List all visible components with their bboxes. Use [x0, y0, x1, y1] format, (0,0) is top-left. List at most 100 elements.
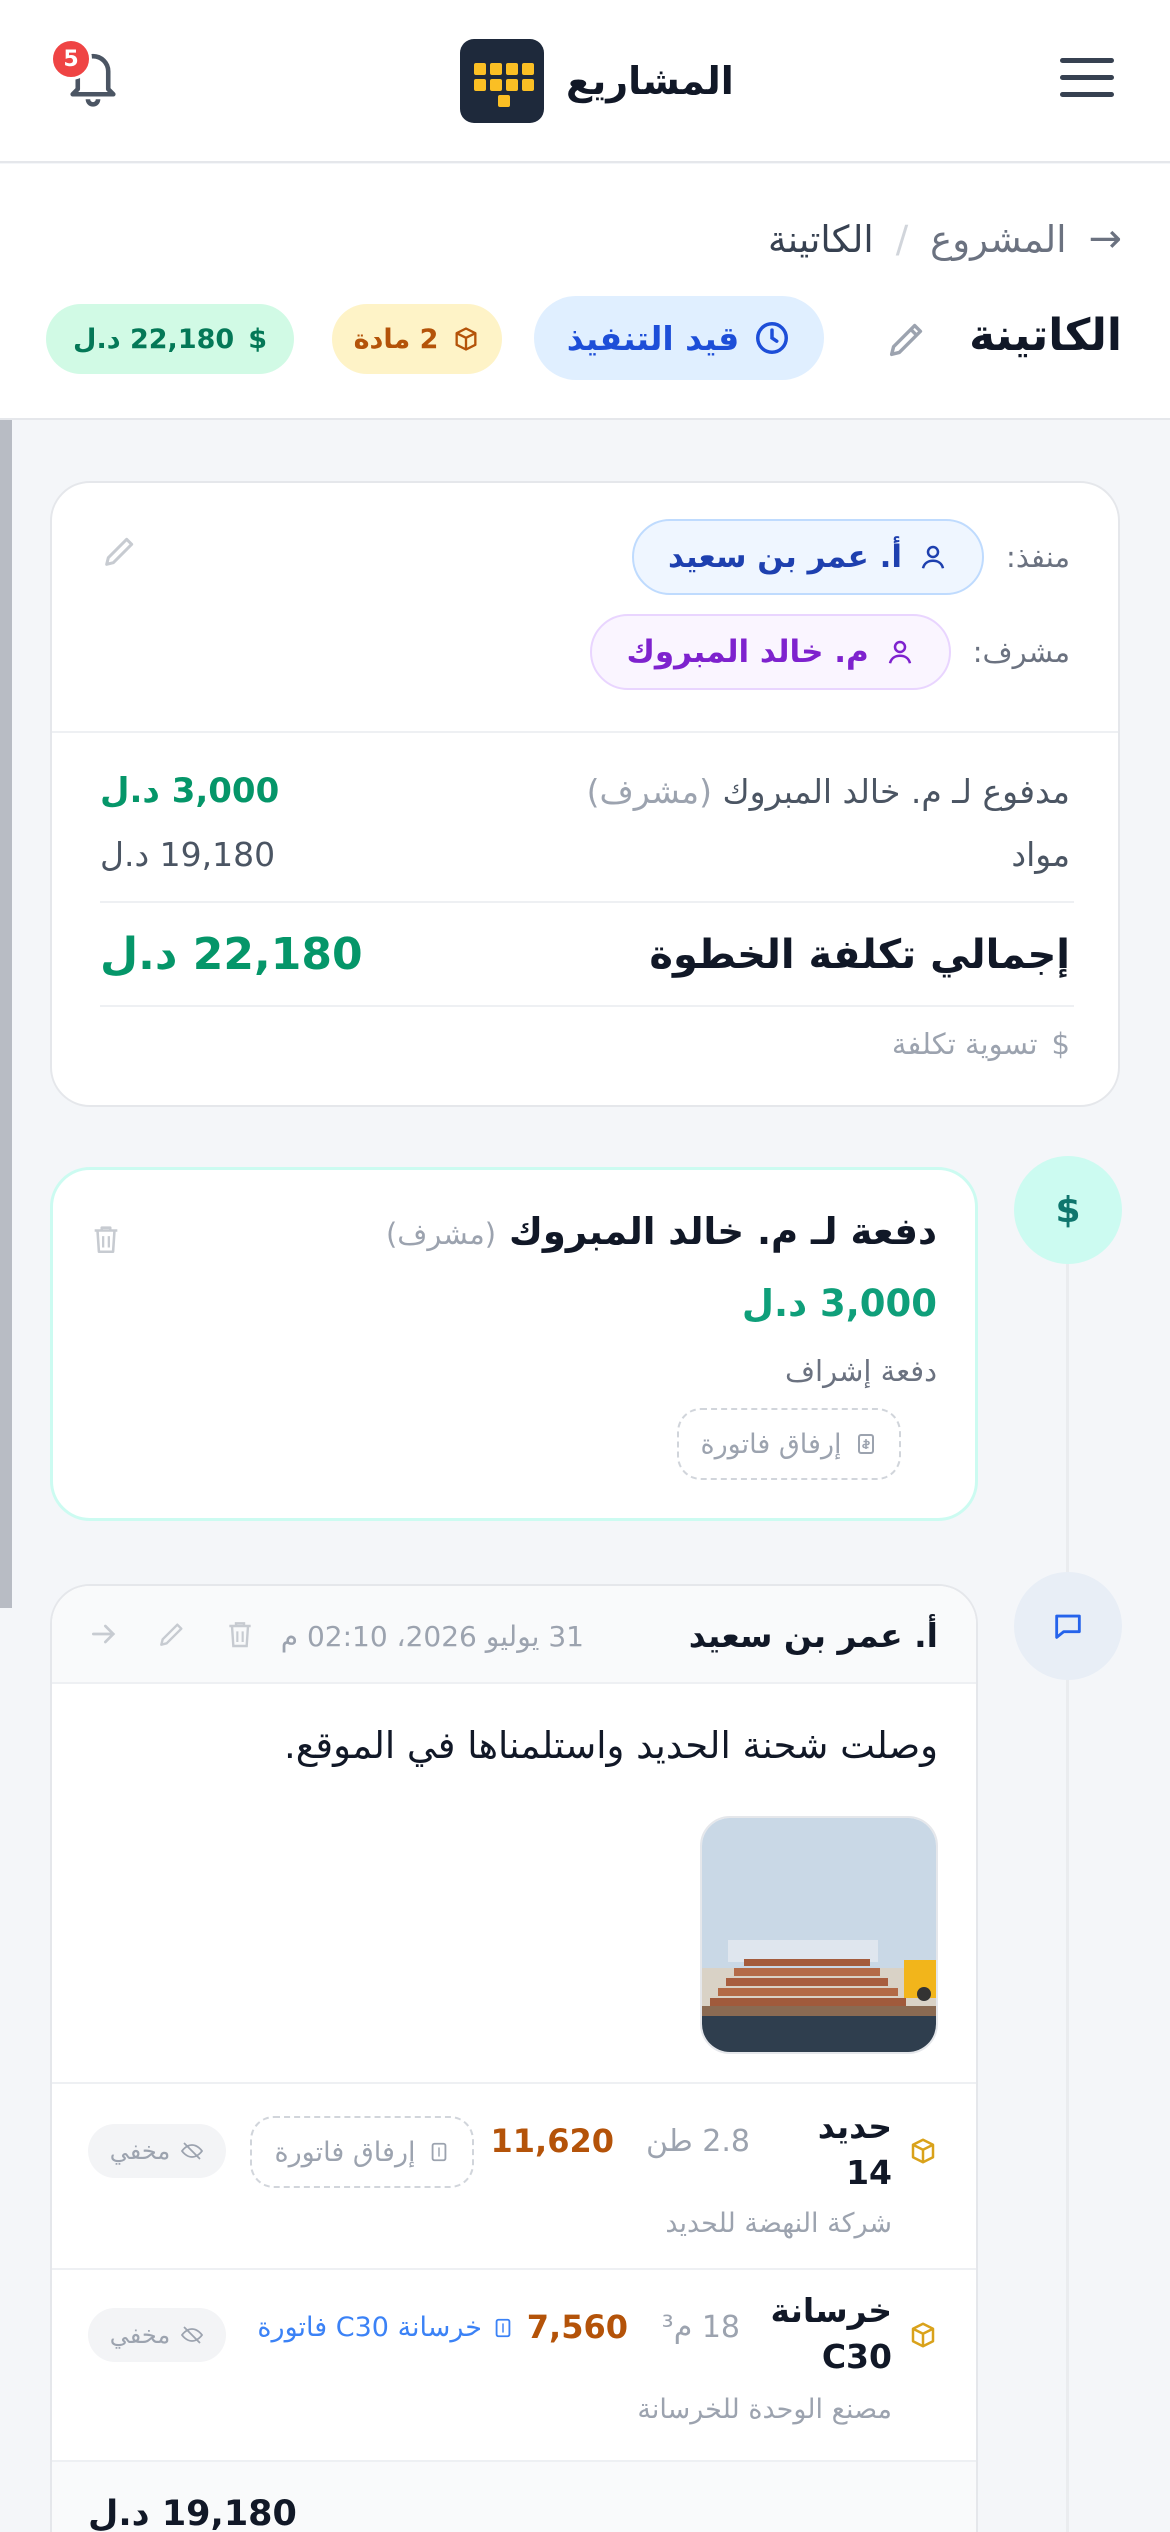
update-post-card: أ. عمر بن سعيد 31 يوليو 2026، 02:10 م وص	[50, 1584, 978, 2532]
invoice-icon	[495, 2318, 511, 2337]
delete-payment-button[interactable]	[89, 1222, 123, 1260]
paid-label-text: مدفوع لـ م. خالد المبروك	[722, 771, 1070, 811]
payment-title: دفعة لـ م. خالد المبروك (مشرف)	[386, 1210, 937, 1253]
attach-invoice-label: إرفاق فاتورة	[274, 2136, 416, 2168]
menu-icon-bar	[1060, 75, 1114, 80]
rebar-shipment-photo	[702, 1818, 936, 2052]
post-materials-total: 19,180 د.ل	[88, 2494, 297, 2532]
breadcrumb: → المشروع / الكاتينة	[768, 216, 1122, 262]
menu-icon-bar	[1060, 92, 1114, 97]
post-actions	[88, 1618, 256, 1654]
supervisor-chip[interactable]: م. خالد المبروك	[590, 614, 951, 690]
edit-title-button[interactable]	[884, 316, 930, 366]
visibility-label: مخفي	[109, 2137, 171, 2165]
material-invoice-label: خرسانة C30 فاتورة	[257, 2312, 482, 2343]
material-name-line1: خرسانة	[770, 2291, 892, 2330]
material-supplier: شركة النهضة للحديد	[665, 2208, 892, 2239]
divider	[100, 1005, 1074, 1007]
top-app-bar: المشاريع 5	[0, 0, 1170, 163]
paid-role: (مشرف)	[586, 771, 712, 811]
menu-icon-bar	[1060, 58, 1114, 63]
post-text: وصلت شحنة الحديد واستلمناها في الموقع.	[283, 1724, 938, 1767]
post-footer: 19,180 د.ل	[52, 2460, 976, 2532]
timeline-message-icon	[1014, 1572, 1122, 1680]
settle-cost-button[interactable]: $ تسوية تكلفة	[892, 1027, 1070, 1061]
material-name-line2: C30	[821, 2337, 892, 2376]
total-cost-label: 22,180 د.ل	[73, 323, 235, 355]
materials-row: مواد 19,180 د.ل	[100, 835, 1070, 874]
page-header: → المشروع / الكاتينة الكاتينة قيد التنفي…	[0, 164, 1170, 420]
pencil-icon	[160, 1623, 183, 1646]
grid-logo-icon	[460, 39, 544, 123]
notifications-button[interactable]: 5	[44, 38, 134, 118]
invoice-icon	[431, 2142, 446, 2162]
material-invoice-link[interactable]: خرسانة C30 فاتورة	[257, 2312, 514, 2343]
material-row: خرسانة C30 18 م³ 7,560 خرسانة C30 فاتورة…	[52, 2268, 976, 2454]
executor-chip[interactable]: أ. عمر بن سعيد	[631, 519, 985, 595]
visibility-label: مخفي	[109, 2321, 171, 2349]
back-arrow-icon[interactable]: →	[1088, 216, 1122, 262]
scrollbar[interactable]	[0, 420, 12, 1608]
visibility-toggle[interactable]: مخفي	[88, 2124, 226, 2178]
materials-count-badge: 2 مادة	[332, 304, 502, 374]
message-icon	[1055, 1614, 1081, 1639]
step-summary-card: منفذ: أ. عمر بن سعيد مشرف: م. خالد المبر…	[50, 481, 1120, 1107]
post-date: 31 يوليو 2026، 02:10 م	[280, 1620, 584, 1653]
page-title: الكاتينة	[969, 310, 1122, 361]
total-cost-badge: $ 22,180 د.ل	[46, 304, 294, 374]
user-icon	[888, 640, 911, 664]
breadcrumb-parent[interactable]: المشروع	[930, 218, 1066, 261]
settle-cost-label: تسوية تكلفة	[891, 1027, 1038, 1061]
eye-off-icon	[181, 2326, 204, 2344]
timeline-payment-icon: $	[1014, 1156, 1122, 1264]
edit-assignees-button[interactable]	[100, 531, 140, 575]
executor-label: منفذ:	[1006, 540, 1070, 574]
delete-post-button[interactable]	[224, 1618, 256, 1654]
eye-off-icon	[181, 2142, 204, 2160]
materials-count-label: 2 مادة	[353, 323, 439, 355]
edit-post-button[interactable]	[156, 1618, 188, 1654]
materials-label: مواد	[1011, 835, 1070, 874]
menu-button[interactable]	[1058, 58, 1114, 102]
material-name: حديد 14	[818, 2104, 892, 2196]
payment-role: (مشرف)	[385, 1217, 497, 1251]
attach-invoice-button[interactable]: إرفاق فاتورة	[677, 1408, 901, 1480]
forward-post-button[interactable]	[88, 1618, 120, 1654]
paid-label: مدفوع لـ م. خالد المبروك (مشرف)	[587, 772, 1070, 811]
material-name: خرسانة C30	[770, 2288, 892, 2380]
post-photo[interactable]	[700, 1816, 938, 2054]
trash-icon	[229, 1622, 251, 1648]
dollar-icon: $	[248, 323, 267, 355]
status-label: قيد التنفيذ	[566, 318, 740, 358]
invoice-icon	[857, 1434, 874, 1454]
material-amount: 11,620	[490, 2122, 614, 2160]
supervisor-row: مشرف: م. خالد المبروك	[590, 614, 1070, 690]
material-name-line1: حديد	[817, 2107, 892, 2146]
notification-count-badge: 5	[50, 38, 92, 80]
step-total-label: إجمالي تكلفة الخطوة	[649, 931, 1070, 978]
brand[interactable]: المشاريع	[460, 38, 734, 124]
supervisor-label: مشرف:	[972, 635, 1070, 669]
attach-invoice-button[interactable]: إرفاق فاتورة	[250, 2116, 474, 2188]
app-title: المشاريع	[566, 59, 734, 103]
paid-amount: 3,000 د.ل	[100, 771, 280, 811]
material-quantity: 18 م³	[661, 2310, 740, 2345]
attach-invoice-label: إرفاق فاتورة	[700, 1428, 842, 1460]
material-quantity: 2.8 طن	[646, 2124, 750, 2159]
breadcrumb-separator: /	[895, 217, 909, 261]
breadcrumb-current: الكاتينة	[767, 217, 874, 261]
material-name-line2: 14	[846, 2153, 892, 2192]
post-author: أ. عمر بن سعيد	[688, 1616, 938, 1655]
step-total-amount: 22,180 د.ل	[100, 929, 363, 980]
box-icon	[455, 327, 477, 351]
status-badge[interactable]: قيد التنفيذ	[534, 296, 824, 380]
paid-row: مدفوع لـ م. خالد المبروك (مشرف) 3,000 د.…	[100, 771, 1070, 811]
trash-icon	[94, 1226, 118, 1254]
visibility-toggle[interactable]: مخفي	[88, 2308, 226, 2362]
dollar-icon: $	[1051, 1027, 1070, 1061]
arrow-icon	[92, 1624, 116, 1644]
box-icon	[908, 2320, 938, 2354]
pencil-icon	[889, 323, 923, 357]
user-icon	[921, 545, 945, 569]
executor-row: منفذ: أ. عمر بن سعيد	[631, 519, 1070, 595]
